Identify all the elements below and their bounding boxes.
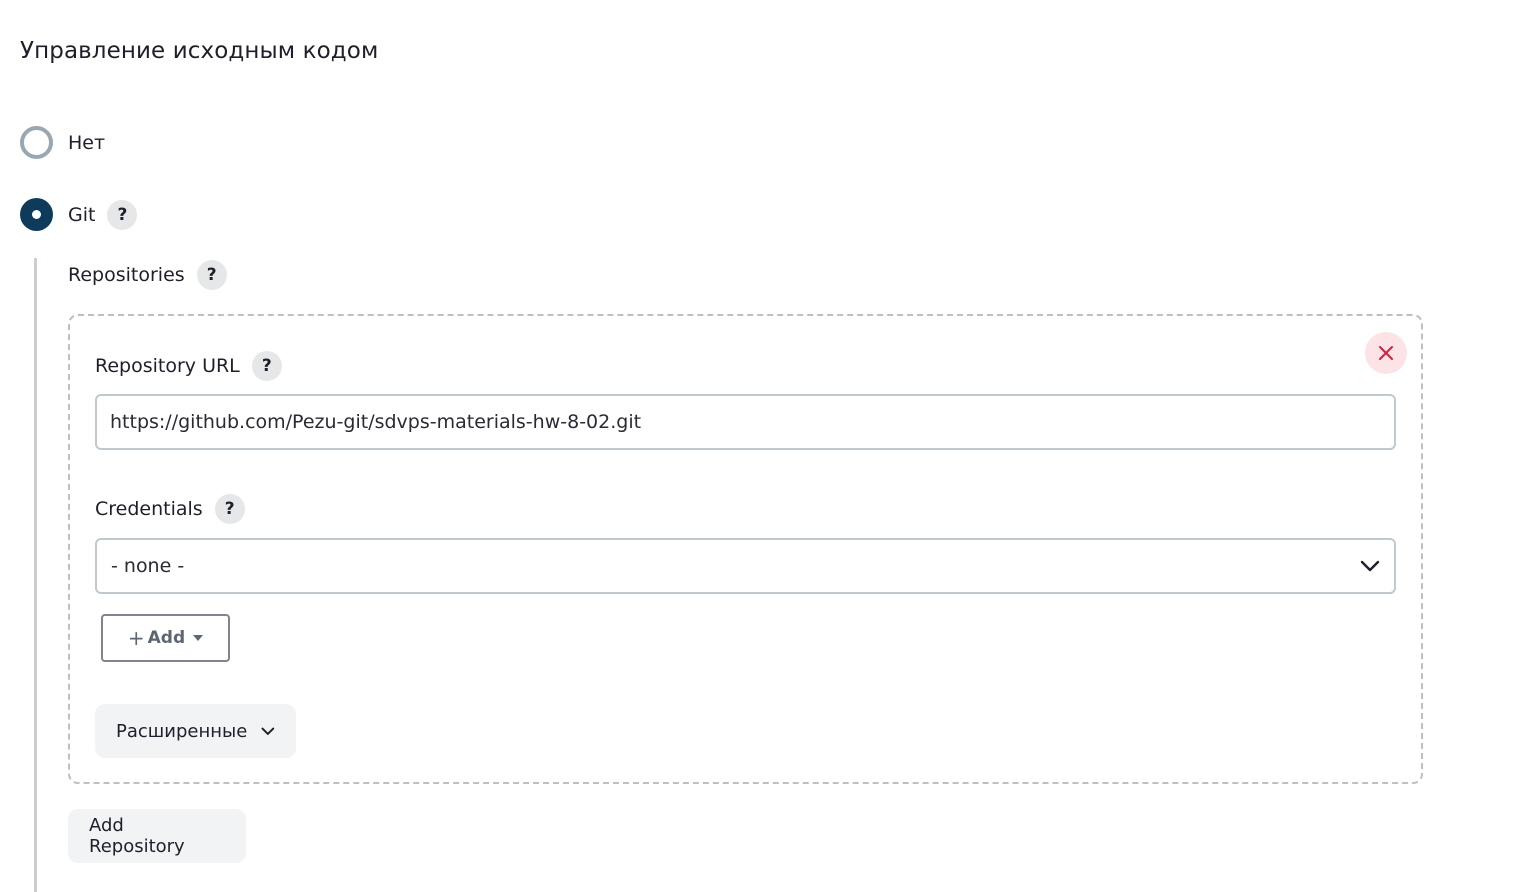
add-credentials-button[interactable]: + Add	[101, 614, 230, 662]
delete-repository-button[interactable]	[1365, 332, 1407, 374]
credentials-label: Credentials	[95, 498, 203, 520]
repository-url-label-row: Repository URL ?	[95, 351, 282, 381]
close-icon	[1379, 346, 1393, 360]
nested-section-indicator	[34, 258, 37, 892]
chevron-down-icon	[261, 727, 275, 735]
radio-git-label: Git	[68, 203, 96, 226]
repositories-label: Repositories	[68, 264, 185, 286]
repositories-help-icon[interactable]: ?	[196, 260, 227, 290]
repositories-label-row: Repositories ?	[68, 260, 227, 290]
credentials-help-icon[interactable]: ?	[214, 494, 245, 524]
plus-icon: +	[127, 626, 145, 650]
radio-none-label: Нет	[68, 131, 106, 154]
radio-none[interactable]	[20, 126, 53, 159]
chevron-down-icon	[1360, 560, 1380, 572]
repository-url-help-icon[interactable]: ?	[251, 351, 282, 381]
git-help-icon[interactable]: ?	[107, 199, 138, 230]
credentials-select[interactable]: - none -	[95, 538, 1396, 594]
scm-option-none[interactable]: Нет	[20, 126, 105, 159]
credentials-selected-value: - none -	[111, 555, 185, 577]
add-repository-button[interactable]: Add Repository	[68, 809, 246, 863]
section-title: Управление исходным кодом	[20, 38, 379, 64]
radio-git[interactable]	[20, 198, 53, 231]
repository-url-input[interactable]	[95, 394, 1396, 450]
advanced-button[interactable]: Расширенные	[95, 704, 296, 758]
repository-url-label: Repository URL	[95, 355, 240, 377]
add-credentials-label: Add	[147, 628, 186, 648]
scm-option-git[interactable]: Git ?	[20, 198, 138, 231]
add-repository-label: Add Repository	[89, 815, 185, 857]
scm-config-page: Управление исходным кодом Нет Git ? Repo…	[0, 0, 1527, 892]
credentials-label-row: Credentials ?	[95, 494, 245, 524]
caret-down-icon	[193, 635, 204, 641]
advanced-label: Расширенные	[116, 720, 248, 742]
